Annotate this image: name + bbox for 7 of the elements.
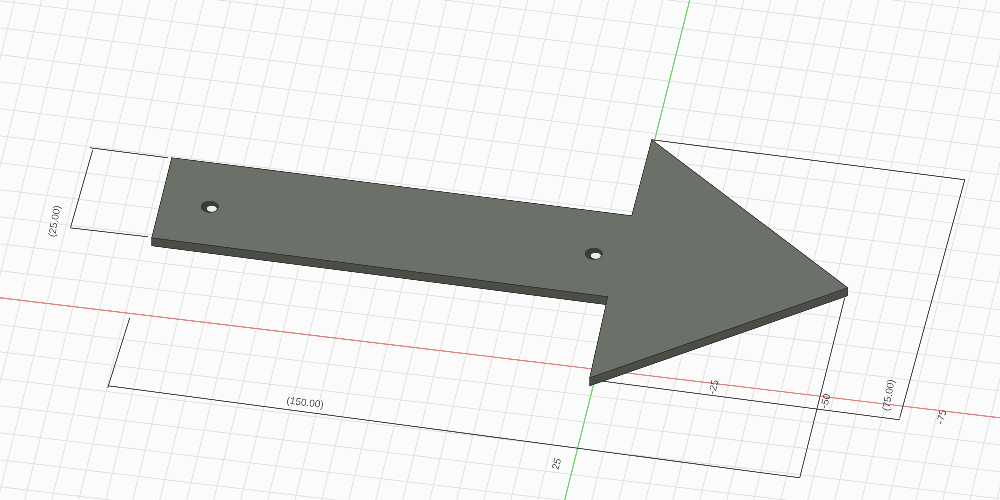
dimension-label: (150.00) — [286, 396, 324, 412]
axis-tick-label: -75 — [935, 408, 950, 426]
dimension-label: (75.00) — [881, 379, 898, 412]
axis-tick-label: -25 — [707, 378, 722, 396]
axis-tick-label: -50 — [819, 392, 834, 410]
dimension-label: (25.00) — [47, 205, 64, 238]
axis-tick-label: 25 — [550, 458, 564, 472]
